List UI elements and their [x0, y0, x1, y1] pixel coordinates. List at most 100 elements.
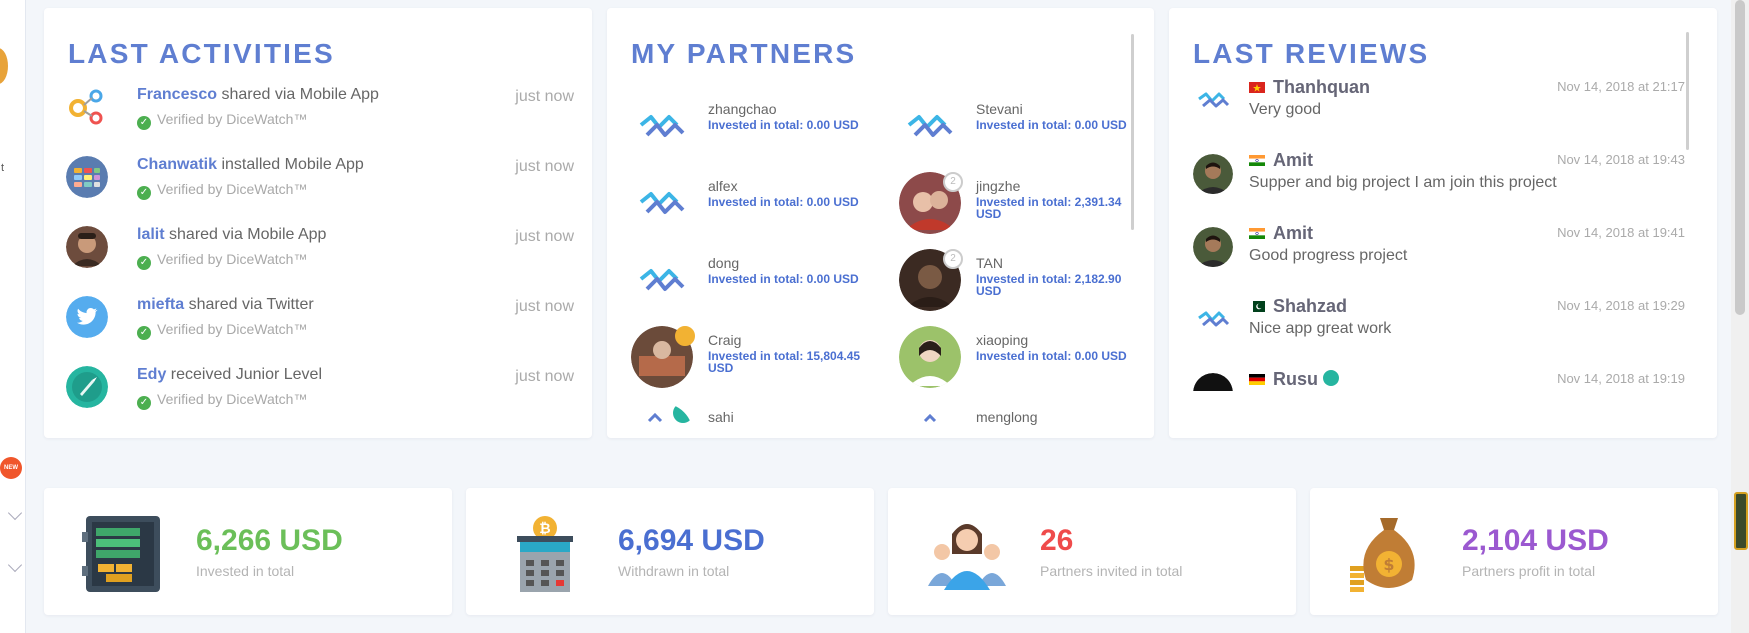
- partner-logo-icon: [631, 172, 693, 234]
- activity-user-link[interactable]: miefta: [137, 296, 184, 313]
- stat-value: 6,694 USD: [618, 524, 765, 557]
- pakistan-flag-icon: [1249, 301, 1265, 312]
- scrollbar-thumb[interactable]: [1735, 0, 1745, 315]
- verified-label: ✓ Verified by DiceWatch™: [137, 321, 307, 340]
- partner-logo-icon: [899, 95, 961, 157]
- app-install-icon: [66, 156, 108, 198]
- check-circle-icon: ✓: [137, 256, 151, 270]
- verified-label: ✓ Verified by DiceWatch™: [137, 391, 307, 410]
- sidebar-label-fragment: t: [1, 162, 5, 174]
- left-sidebar: t NEW: [0, 0, 26, 633]
- reviewer-name[interactable]: Amit: [1273, 150, 1313, 171]
- stat-value: 26: [1040, 524, 1074, 557]
- partner-invested: Invested in total: 0.00 USD: [708, 195, 859, 209]
- partner-invested: Invested in total: 2,182.90 USD: [976, 272, 1122, 298]
- partner-logo-icon: [631, 249, 693, 311]
- review-item: Thanhquan Nov 14, 2018 at 21:17 Very goo…: [1193, 77, 1685, 137]
- activity-user-link[interactable]: Edy: [137, 366, 166, 383]
- stat-withdrawn-card: ₿ 6,694 USD Withdrawn in total: [466, 488, 874, 615]
- activity-user-link[interactable]: Chanwatik: [137, 156, 217, 173]
- activity-time: just now: [515, 88, 574, 105]
- activity-time: just now: [515, 228, 574, 245]
- activity-user-link[interactable]: Francesco: [137, 86, 217, 103]
- review-text: Nice app great work: [1249, 320, 1392, 337]
- money-bag-icon: $: [1350, 518, 1415, 592]
- stat-label: Partners profit in total: [1462, 563, 1596, 579]
- partner-name: zhangchao: [708, 101, 777, 117]
- activity-text: lalit shared via Mobile App: [137, 226, 326, 244]
- review-date: Nov 14, 2018 at 19:43: [1557, 152, 1685, 167]
- stat-label: Withdrawn in total: [618, 563, 730, 579]
- activity-action: shared via Mobile App: [169, 226, 327, 243]
- activity-text: Francesco shared via Mobile App: [137, 86, 379, 104]
- chevron-down-icon[interactable]: [7, 557, 23, 573]
- stat-value: 6,266 USD: [196, 524, 343, 557]
- activity-text: Edy received Junior Level: [137, 366, 322, 384]
- activity-time: just now: [515, 298, 574, 315]
- activity-time: just now: [515, 158, 574, 175]
- rank-badge: 2: [943, 172, 963, 192]
- check-circle-icon: ✓: [137, 326, 151, 340]
- review-item: Amit Nov 14, 2018 at 19:43 Supper and bi…: [1193, 150, 1685, 210]
- germany-flag-icon: [1249, 374, 1265, 385]
- reviewer-name[interactable]: Thanhquan: [1273, 77, 1370, 98]
- partner-item[interactable]: zhangchao Invested in total: 0.00 USD: [631, 95, 871, 165]
- card-title: LAST REVIEWS: [1193, 38, 1430, 69]
- activity-time: just now: [515, 368, 574, 385]
- rocket-level-icon: [66, 366, 108, 408]
- page-scrollbar[interactable]: [1731, 0, 1749, 633]
- verified-label: ✓ Verified by DiceWatch™: [137, 111, 307, 130]
- india-flag-icon: [1249, 228, 1265, 239]
- partner-item[interactable]: sahi: [631, 403, 871, 438]
- partner-invested: Invested in total: 15,804.45 USD: [708, 349, 861, 375]
- svg-text:$: $: [1383, 555, 1394, 574]
- reviews-scrollbar[interactable]: [1686, 32, 1689, 150]
- review-date: Nov 14, 2018 at 19:41: [1557, 225, 1685, 240]
- reviewer-avatar: [1193, 227, 1233, 267]
- activity-user-link[interactable]: lalit: [137, 226, 165, 243]
- partner-name: Stevani: [976, 101, 1023, 117]
- check-circle-icon: ✓: [137, 186, 151, 200]
- card-title: LAST ACTIVITIES: [68, 38, 335, 69]
- review-date: Nov 14, 2018 at 19:19: [1557, 371, 1685, 386]
- partner-item[interactable]: Craig Invested in total: 15,804.45 USD: [631, 326, 871, 396]
- partner-name: menglong: [976, 409, 1038, 425]
- partner-avatar: [899, 326, 961, 388]
- partner-name: dong: [708, 255, 740, 271]
- activity-action: shared via Mobile App: [221, 86, 379, 103]
- rank-badge: [675, 326, 695, 346]
- safe-gold-icon: [82, 516, 160, 592]
- mobile-app-share-icon: [69, 89, 103, 125]
- partner-name: Craig: [708, 332, 742, 348]
- review-date: Nov 14, 2018 at 21:17: [1557, 79, 1685, 94]
- reviewer-logo-icon: [1198, 92, 1230, 108]
- people-group-icon: [928, 524, 1006, 590]
- partner-invested: Invested in total: 0.00 USD: [708, 272, 859, 286]
- review-date: Nov 14, 2018 at 19:29: [1557, 298, 1685, 313]
- last-activities-card: LAST ACTIVITIES Francesco shared via Mob…: [44, 8, 592, 438]
- stat-invested-card: 6,266 USD Invested in total: [44, 488, 452, 615]
- partner-item[interactable]: menglong: [899, 403, 1139, 438]
- activity-action: installed Mobile App: [221, 156, 364, 173]
- partner-logo-icon: [631, 403, 693, 438]
- partner-logo-icon: [899, 403, 961, 438]
- review-item: Amit Nov 14, 2018 at 19:41 Good progress…: [1193, 223, 1685, 283]
- activity-text: Chanwatik installed Mobile App: [137, 156, 364, 174]
- reviewer-name[interactable]: Shahzad: [1273, 296, 1347, 317]
- partner-item[interactable]: 2 TAN Invested in total: 2,182.90 USD: [899, 249, 1139, 319]
- stat-label: Partners invited in total: [1040, 563, 1183, 579]
- partner-item[interactable]: dong Invested in total: 0.00 USD: [631, 249, 871, 319]
- partner-item[interactable]: alfex Invested in total: 0.00 USD: [631, 172, 871, 242]
- side-widget[interactable]: [1734, 492, 1748, 550]
- reviewer-name[interactable]: Rusu: [1273, 369, 1340, 390]
- activity-item: Edy received Junior Level ✓ Verified by D…: [66, 364, 574, 424]
- new-badge: NEW: [0, 457, 22, 479]
- chevron-down-icon[interactable]: [7, 505, 23, 521]
- partner-item[interactable]: xiaoping Invested in total: 0.00 USD: [899, 326, 1139, 396]
- user-avatar-orb[interactable]: [0, 48, 8, 84]
- review-item: Rusu Nov 14, 2018 at 19:19: [1193, 369, 1685, 391]
- partner-item[interactable]: Stevani Invested in total: 0.00 USD: [899, 95, 1139, 165]
- review-text: Supper and big project I am join this pr…: [1249, 174, 1557, 191]
- reviewer-name[interactable]: Amit: [1273, 223, 1313, 244]
- partner-item[interactable]: 2 jingzhe Invested in total: 2,391.34 US…: [899, 172, 1139, 242]
